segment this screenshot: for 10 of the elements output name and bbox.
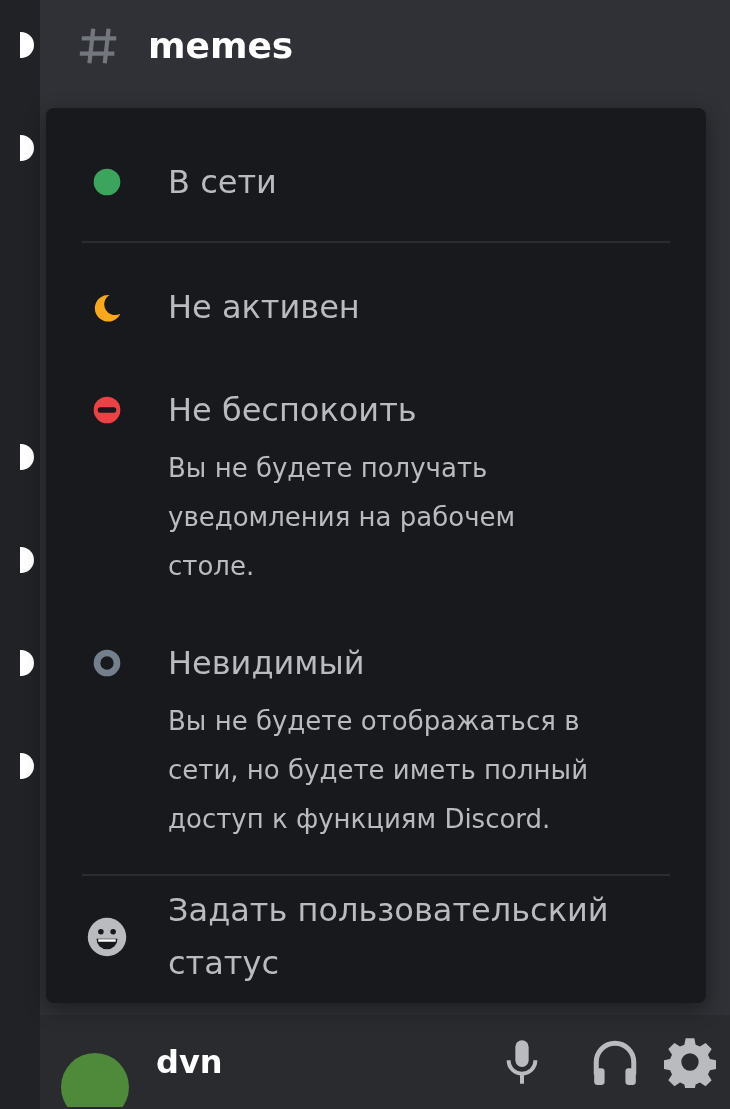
status-description: Вы не будете отображаться в сети, но будете иметь полный доступ к функциям Discord. [168, 705, 590, 836]
status-option[interactable]: Не активен [168, 287, 360, 327]
status-option[interactable]: Задать пользовательский статус [168, 884, 670, 990]
channel-name: memes [148, 24, 294, 68]
settings-icon[interactable] [664, 1036, 716, 1088]
status-option[interactable]: Невидимый [168, 643, 608, 683]
status-option[interactable]: В сети [168, 162, 277, 202]
status-description: Вы не будете получать уведомления на рабочем столе. [168, 452, 517, 583]
username: dvn [156, 1042, 223, 1083]
status-option[interactable]: Не беспокоить [168, 390, 608, 430]
